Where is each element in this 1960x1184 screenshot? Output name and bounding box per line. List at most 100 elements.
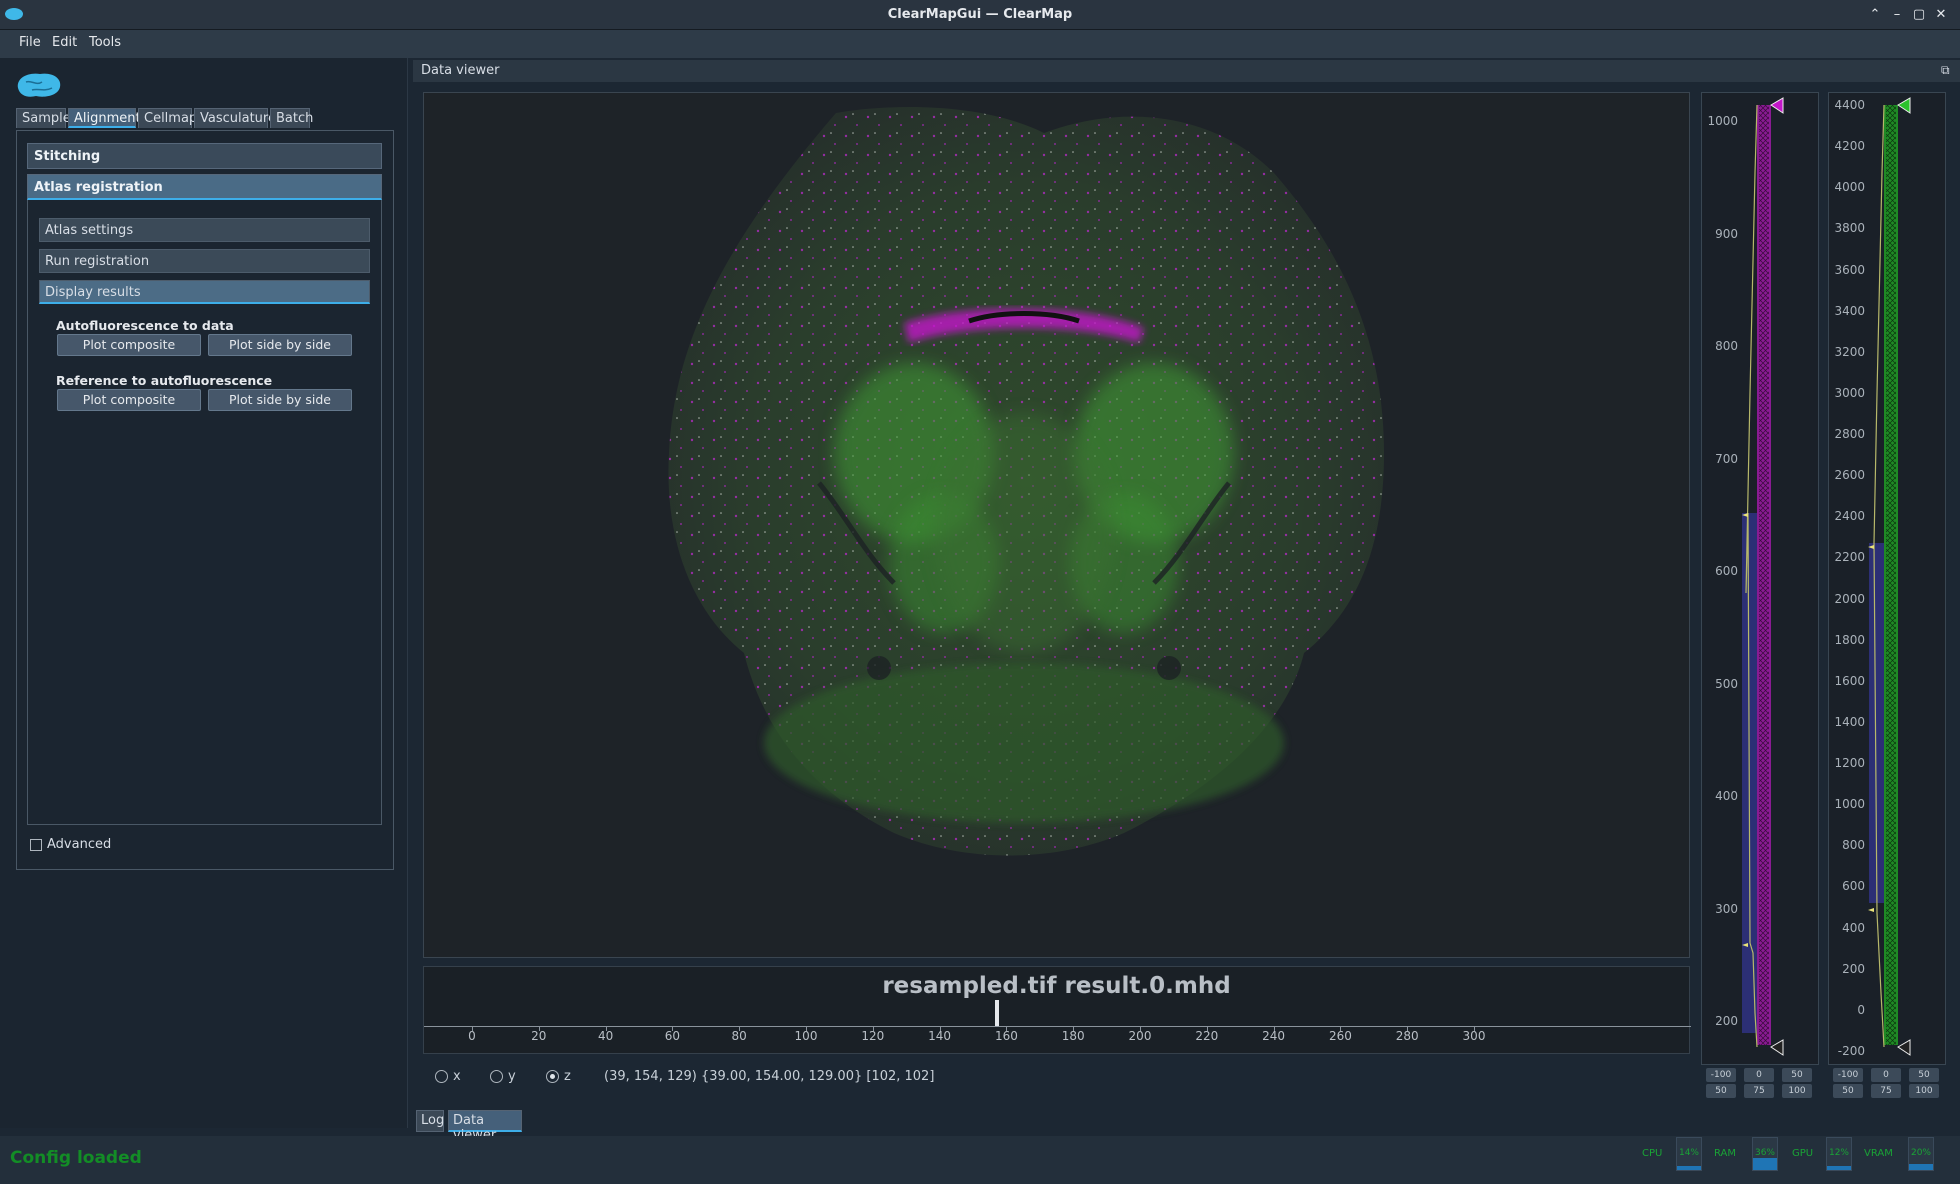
histogram-axis-label: 900: [1715, 226, 1738, 241]
histogram-green-plot: [1868, 97, 1911, 1056]
axis-z-label: z: [564, 1069, 571, 1084]
window-close-icon[interactable]: ✕: [1932, 6, 1950, 24]
axis-z-radio[interactable]: [546, 1070, 559, 1083]
menu-tools[interactable]: Tools: [89, 35, 121, 50]
plot-composite-button-2[interactable]: Plot composite: [57, 389, 201, 411]
histogram-axis-label: 2600: [1834, 468, 1865, 483]
ram-label: RAM: [1714, 1148, 1737, 1159]
tab-alignment[interactable]: Alignment: [68, 108, 141, 128]
histogram-preset-button[interactable]: 0: [1744, 1068, 1774, 1082]
histogram-preset-button[interactable]: -100: [1833, 1068, 1863, 1082]
timeline-tick-label: 20: [531, 1029, 547, 1043]
timeline-tick-label: 200: [1128, 1029, 1152, 1043]
brain-logo-icon: [17, 73, 61, 97]
gpu-label: GPU: [1792, 1148, 1814, 1159]
plot-side-by-side-button[interactable]: Plot side by side: [208, 334, 352, 356]
timeline-tick-label: 300: [1462, 1029, 1486, 1043]
timeline-tick-label: 80: [731, 1029, 747, 1043]
timeline-tick-label: 40: [597, 1029, 614, 1043]
histogram-preset-button[interactable]: 50: [1909, 1068, 1939, 1082]
cpu-label: CPU: [1642, 1148, 1663, 1159]
run-registration-header[interactable]: Run registration: [39, 249, 370, 273]
histogram-preset-button[interactable]: 100: [1782, 1084, 1812, 1098]
plot-composite-button[interactable]: Plot composite: [57, 334, 201, 356]
timeline-tick-label: 100: [794, 1029, 818, 1043]
status-bar: Config loaded: [0, 1136, 1960, 1184]
histogram-axis-label: 2000: [1834, 591, 1865, 606]
histogram-axis-label: -200: [1837, 1044, 1865, 1058]
histogram-axis-label: 2400: [1834, 509, 1865, 524]
title-bar: ClearMapGui — ClearMap ⌃ – ▢ ✕: [0, 0, 1960, 30]
timeline-tick-label: 220: [1195, 1029, 1219, 1043]
timeline-tick-label: 240: [1262, 1029, 1286, 1043]
histogram-axis-label: 600: [1842, 879, 1865, 894]
histogram-axis-label: 200: [1842, 961, 1865, 976]
advanced-label: Advanced: [47, 837, 112, 852]
histogram-magenta[interactable]: 1000 900 800 700 600 500 400 300 200 -100 0 50 50 75…: [1701, 92, 1819, 1098]
histogram-preset-button[interactable]: 0: [1871, 1068, 1901, 1082]
histogram-axis-label: 3800: [1834, 221, 1865, 236]
window-minimize-icon[interactable]: –: [1888, 6, 1906, 24]
brain-slice-image: [668, 107, 1384, 856]
histogram-axis-label: 3400: [1834, 303, 1865, 318]
tab-sample[interactable]: Sample: [16, 108, 71, 128]
timeline-axis: [424, 1026, 1691, 1027]
timeline-tick-label: 140: [928, 1029, 952, 1043]
timeline-tick-label: 260: [1328, 1029, 1352, 1043]
vram-label: VRAM: [1864, 1148, 1893, 1159]
histogram-preset-button[interactable]: 100: [1909, 1084, 1939, 1098]
atlas-settings-header[interactable]: Atlas settings: [39, 218, 370, 242]
tab-batch[interactable]: Batch: [270, 108, 313, 128]
display-results-header[interactable]: Display results: [39, 280, 370, 304]
advanced-checkbox[interactable]: [30, 839, 42, 851]
window-maximize-icon[interactable]: ▢: [1910, 6, 1928, 24]
histogram-preset-button[interactable]: 50: [1706, 1084, 1736, 1098]
histogram-preset-button[interactable]: 75: [1871, 1084, 1901, 1098]
histogram-preset-button[interactable]: 50: [1782, 1068, 1812, 1082]
menu-bar: File Edit Tools: [0, 30, 1960, 58]
histogram-axis-label: 800: [1842, 838, 1865, 853]
window-shade-icon[interactable]: ⌃: [1866, 6, 1884, 24]
histogram-axis-label: 4400: [1834, 98, 1865, 112]
timeline-cursor[interactable]: [995, 1000, 999, 1026]
tab-cellmap[interactable]: Cellmap: [138, 108, 197, 128]
axis-y-radio[interactable]: [490, 1070, 503, 1083]
timeline-tick-label: 60: [664, 1029, 681, 1043]
cursor-coordinates: (39, 154, 129) {39.00, 154.00, 129.00} […: [604, 1069, 935, 1084]
histogram-axis-label: 4000: [1834, 180, 1865, 195]
dock-title: Data viewer: [421, 63, 500, 78]
histogram-green[interactable]: 4400 4200 4000 3800 3600 3400 3200 3000 2800 2600…: [1828, 92, 1946, 1098]
tab-log[interactable]: Log: [416, 1110, 444, 1132]
timeline-title: resampled.tif result.0.mhd: [882, 973, 1231, 999]
histogram-preset-button[interactable]: 75: [1744, 1084, 1774, 1098]
histogram-preset-button[interactable]: 50: [1833, 1084, 1863, 1098]
timeline-tick-label: 160: [994, 1029, 1018, 1043]
atlas-registration-header[interactable]: Atlas registration: [27, 174, 382, 200]
histogram-magenta-plot: [1742, 97, 1784, 1056]
menu-file[interactable]: File: [19, 35, 41, 50]
ram-gauge: 36%: [1752, 1137, 1778, 1171]
histogram-axis-label: 3000: [1834, 385, 1865, 400]
histogram-axis-label: 2200: [1834, 550, 1865, 565]
gpu-gauge: 12%: [1826, 1137, 1852, 1171]
histogram-axis-label: 3600: [1834, 262, 1865, 277]
histogram-axis-label: 1200: [1834, 756, 1865, 771]
tab-vasculature[interactable]: Vasculature: [194, 108, 276, 128]
histogram-axis-label: 200: [1715, 1014, 1738, 1028]
float-dock-icon[interactable]: ⧉: [1941, 63, 1950, 78]
histogram-axis-label: 4200: [1834, 139, 1865, 154]
autofluorescence-to-data-label: Autofluorescence to data: [56, 318, 234, 333]
histogram-axis-label: 1000: [1707, 114, 1738, 128]
image-viewer[interactable]: [423, 92, 1690, 958]
axis-x-radio[interactable]: [435, 1070, 448, 1083]
tab-data-viewer[interactable]: Data viewer: [448, 1110, 522, 1143]
menu-edit[interactable]: Edit: [52, 35, 77, 50]
histogram-preset-button[interactable]: -100: [1706, 1068, 1736, 1082]
slice-timeline[interactable]: resampled.tif result.0.mhd 0 20 40 60 80 100 1…: [423, 966, 1691, 1054]
reference-to-autofluorescence-label: Reference to autofluorescence: [56, 373, 273, 388]
axis-x-label: x: [453, 1069, 461, 1084]
histogram-axis-label: 1600: [1834, 673, 1865, 688]
stitching-header[interactable]: Stitching: [27, 143, 382, 169]
plot-side-by-side-button-2[interactable]: Plot side by side: [208, 389, 352, 411]
status-message: Config loaded: [10, 1148, 142, 1168]
